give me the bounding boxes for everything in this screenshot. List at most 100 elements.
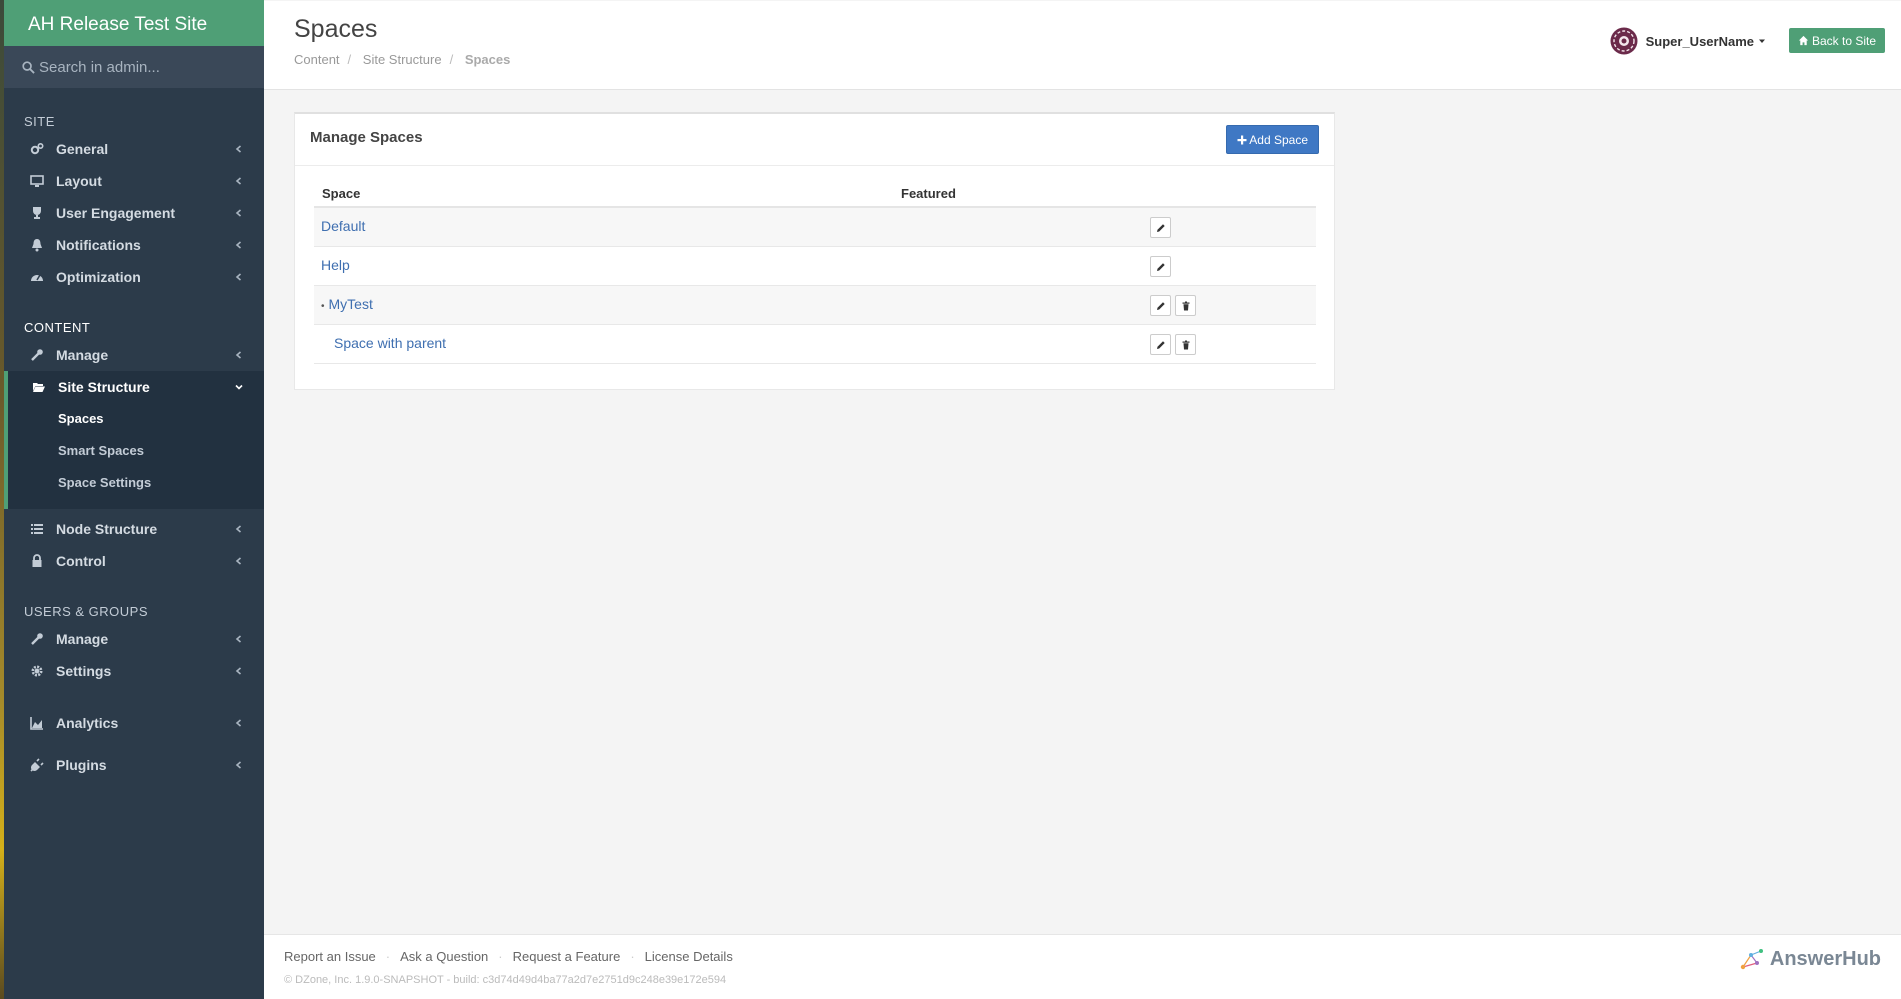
space-name-link[interactable]: Help <box>321 257 350 273</box>
nav-analytics-label: Analytics <box>56 715 119 731</box>
pencil-icon <box>1156 301 1165 310</box>
search-icon <box>22 60 35 74</box>
column-space: Space <box>322 186 361 201</box>
nav-control[interactable]: Control <box>4 545 264 577</box>
delete-space-button[interactable] <box>1175 295 1196 316</box>
home-icon <box>1798 35 1809 46</box>
panel-header: Manage Spaces Add Space <box>295 114 1334 166</box>
nav-node-structure-label: Node Structure <box>56 521 158 537</box>
nav-user-engagement[interactable]: User Engagement <box>4 197 264 229</box>
chevron-left-icon <box>235 273 242 281</box>
area-chart-icon <box>30 716 44 730</box>
nav-content-manage[interactable]: Manage <box>4 339 264 371</box>
nav-notifications-label: Notifications <box>56 237 141 253</box>
list-icon <box>30 522 44 536</box>
trash-icon <box>1182 301 1189 310</box>
spaces-table: Space Featured Default Help • MyTest Space w… <box>314 180 1316 364</box>
add-space-button[interactable]: Add Space <box>1226 125 1319 154</box>
site-structure-group: Site Structure Spaces Smart Spaces Space… <box>4 371 264 509</box>
page-footer: Report an Issue · Ask a Question · Request… <box>264 934 1901 999</box>
search-input[interactable]: Search in admin... <box>39 59 160 76</box>
breadcrumb-site-structure[interactable]: Site Structure <box>363 52 442 67</box>
row-actions <box>1150 256 1171 277</box>
nav-notifications[interactable]: Notifications <box>4 229 264 261</box>
back-to-site-button[interactable]: Back to Site <box>1788 28 1885 53</box>
add-space-label: Add Space <box>1249 132 1308 147</box>
sidebar-item-smart-spaces[interactable]: Smart Spaces <box>8 435 264 467</box>
chevron-left-icon <box>235 145 242 153</box>
table-body: Default Help • MyTest Space with parent <box>314 208 1316 364</box>
delete-space-button[interactable] <box>1175 334 1196 355</box>
nav-users-manage[interactable]: Manage <box>4 623 264 655</box>
breadcrumb-content[interactable]: Content <box>294 52 340 67</box>
site-brand[interactable]: AH Release Test Site <box>4 0 264 46</box>
chevron-left-icon <box>235 719 242 727</box>
sidebar-item-spaces[interactable]: Spaces <box>8 403 264 435</box>
admin-search[interactable]: Search in admin... <box>4 46 264 88</box>
trophy-icon <box>30 206 44 220</box>
nav-plugins[interactable]: Plugins <box>4 749 264 781</box>
sidebar-item-space-settings[interactable]: Space Settings <box>8 467 264 499</box>
table-row: Space with parent <box>314 325 1316 364</box>
chevron-left-icon <box>235 351 242 359</box>
nav-optimization-label: Optimization <box>56 269 141 285</box>
bell-icon <box>30 238 44 252</box>
edit-space-button[interactable] <box>1150 256 1171 277</box>
nav-optimization[interactable]: Optimization <box>4 261 264 293</box>
pencil-icon <box>1156 340 1165 349</box>
section-users-header: USERS & GROUPS <box>24 604 149 619</box>
ask-question-link[interactable]: Ask a Question <box>400 949 488 964</box>
license-details-link[interactable]: License Details <box>645 949 733 964</box>
pencil-icon <box>1156 262 1165 271</box>
chevron-left-icon <box>235 209 242 217</box>
nav-layout[interactable]: Layout <box>4 165 264 197</box>
breadcrumb: Content / Site Structure / Spaces <box>294 52 511 67</box>
pencil-icon <box>1156 223 1165 232</box>
page-header: Spaces Content / Site Structure / Spaces S… <box>264 1 1901 90</box>
nav-general[interactable]: General <box>4 133 264 165</box>
lock-icon <box>30 554 44 568</box>
space-name-link[interactable]: Default <box>321 218 365 234</box>
gear-icon <box>30 664 44 678</box>
nav-users-settings[interactable]: Settings <box>4 655 264 687</box>
table-row: Default <box>314 208 1316 247</box>
manage-spaces-panel: Manage Spaces Add Space Space Featured D… <box>294 112 1335 390</box>
user-menu[interactable]: Super_UserName <box>1610 27 1766 55</box>
nav-users-manage-label: Manage <box>56 631 109 647</box>
edit-space-button[interactable] <box>1150 217 1171 238</box>
row-actions <box>1150 217 1171 238</box>
space-name-link[interactable]: Space with parent <box>334 335 446 351</box>
answerhub-logo[interactable]: AnswerHub <box>1739 947 1881 971</box>
row-actions <box>1150 295 1196 316</box>
folder-open-icon <box>32 380 46 394</box>
answerhub-logo-icon <box>1740 949 1763 970</box>
cogs-icon <box>30 142 44 156</box>
wrench-icon <box>30 632 44 646</box>
back-to-site-label: Back to Site <box>1811 33 1876 48</box>
column-featured: Featured <box>901 186 956 201</box>
nav-content-manage-label: Manage <box>56 347 109 363</box>
space-name-link[interactable]: MyTest <box>329 296 373 312</box>
tree-bullet: • <box>321 301 325 312</box>
edit-space-button[interactable] <box>1150 334 1171 355</box>
chevron-left-icon <box>235 761 242 769</box>
wrench-icon <box>30 348 44 362</box>
nav-analytics[interactable]: Analytics <box>4 707 264 739</box>
nav-site-structure-label: Site Structure <box>58 379 150 395</box>
edit-space-button[interactable] <box>1150 295 1171 316</box>
nav-control-label: Control <box>56 553 106 569</box>
breadcrumb-spaces: Spaces <box>464 52 511 67</box>
table-row: Help <box>314 247 1316 286</box>
chevron-left-icon <box>235 177 242 185</box>
row-actions <box>1150 334 1196 355</box>
desktop-icon <box>30 174 44 188</box>
nav-site-structure[interactable]: Site Structure <box>8 371 264 403</box>
trash-icon <box>1182 340 1189 349</box>
caret-down-icon <box>1759 39 1765 43</box>
nav-users-settings-label: Settings <box>56 663 112 679</box>
nav-node-structure[interactable]: Node Structure <box>4 513 264 545</box>
chevron-down-icon <box>235 384 243 390</box>
report-issue-link[interactable]: Report an Issue <box>284 949 376 964</box>
request-feature-link[interactable]: Request a Feature <box>513 949 621 964</box>
table-header: Space Featured <box>314 180 1316 208</box>
